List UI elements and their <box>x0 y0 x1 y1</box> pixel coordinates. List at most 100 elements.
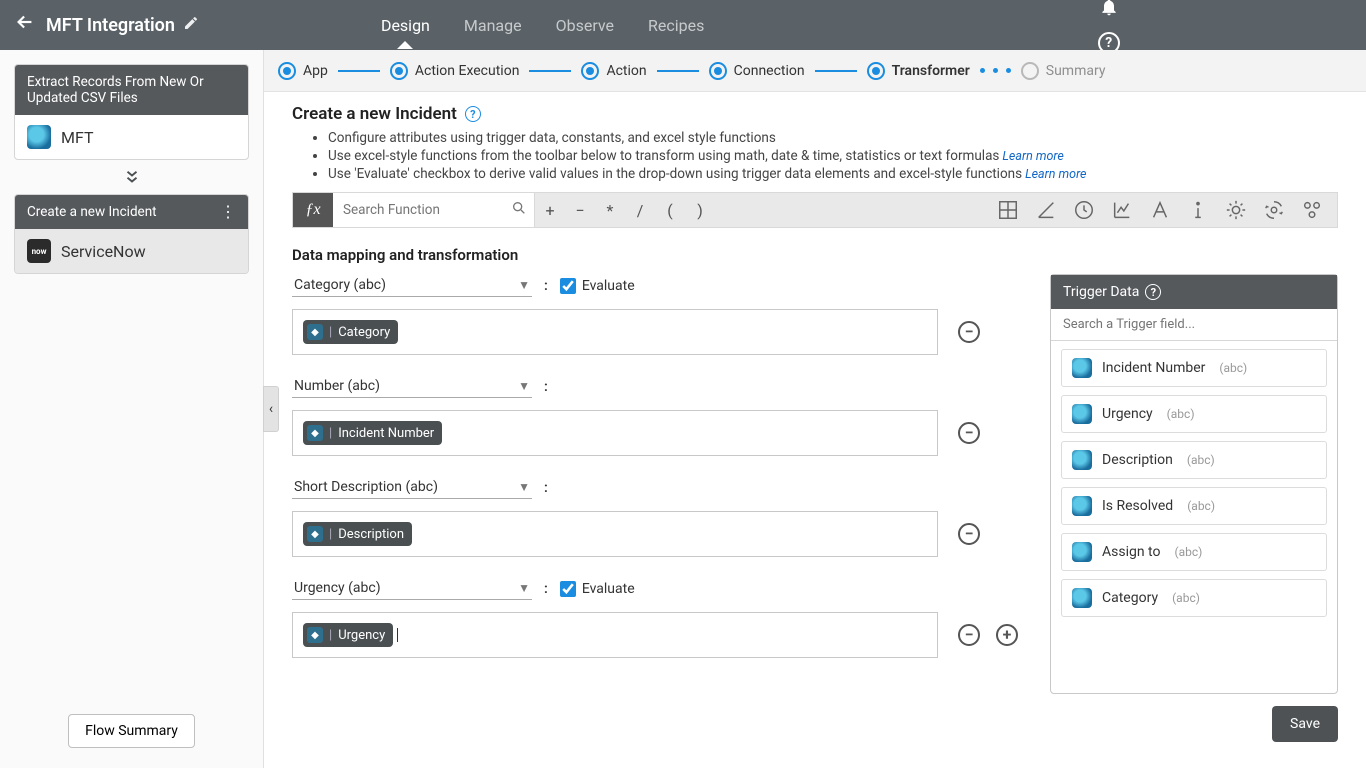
integration-title: MFT Integration <box>46 15 175 36</box>
chip-source-icon: ◆ <box>307 526 323 542</box>
learn-more-link[interactable]: Learn more <box>1002 149 1063 164</box>
wizard-step-action-exec[interactable]: Action Execution <box>390 62 520 80</box>
chip-source-icon: ◆ <box>307 324 323 340</box>
trigger-source-icon <box>1072 404 1092 424</box>
trigger-data-help-icon[interactable]: ? <box>1145 284 1161 300</box>
add-mapping-button[interactable]: + <box>996 624 1018 646</box>
trigger-field-item[interactable]: Is Resolved(abc) <box>1061 487 1327 525</box>
trigger-source-icon <box>1072 542 1092 562</box>
target-attribute-dropdown[interactable]: Category (abc)▼ <box>292 274 532 297</box>
config-panel: ‹ App Action Execution Action Connection… <box>264 50 1366 768</box>
wizard-step-transformer[interactable]: Transformer <box>867 62 970 80</box>
target-card-app: ServiceNow <box>61 242 146 261</box>
radio-empty-icon <box>1021 62 1039 80</box>
top-bar: MFT Integration Design Manage Observe Re… <box>0 0 1366 50</box>
evaluate-toggle[interactable]: Evaluate <box>560 278 635 294</box>
trigger-field-item[interactable]: Incident Number(abc) <box>1061 349 1327 387</box>
radio-filled-icon <box>278 62 296 80</box>
transform-category-icon[interactable] <box>1263 199 1285 221</box>
function-search-input[interactable] <box>333 193 534 227</box>
mapping-subheading: Data mapping and transformation <box>292 246 1338 264</box>
text-category-icon[interactable] <box>1149 199 1171 221</box>
tab-observe[interactable]: Observe <box>554 4 616 47</box>
learn-more-link[interactable]: Learn more <box>1025 167 1086 182</box>
mapping-expression-input[interactable]: ◆|Category <box>292 309 938 355</box>
trigger-field-item[interactable]: Urgency(abc) <box>1061 395 1327 433</box>
op-plus[interactable]: + <box>535 201 565 220</box>
wizard-step-summary[interactable]: Summary <box>1021 62 1106 80</box>
mapping-expression-input[interactable]: ◆|Incident Number <box>292 410 938 456</box>
evaluate-checkbox[interactable] <box>560 581 576 597</box>
edit-title-icon[interactable] <box>183 15 199 35</box>
mapped-field-chip[interactable]: ◆|Description <box>303 522 412 546</box>
trigger-field-item[interactable]: Category(abc) <box>1061 579 1327 617</box>
colon-separator: : <box>544 278 548 294</box>
op-divide[interactable]: / <box>625 201 655 220</box>
mapping-expression-input[interactable]: ◆|Urgency <box>292 612 938 658</box>
geometry-category-icon[interactable] <box>1035 199 1057 221</box>
source-card-title: Extract Records From New Or Updated CSV … <box>27 74 236 106</box>
main-nav: Design Manage Observe Recipes <box>379 4 866 47</box>
mapped-field-chip[interactable]: ◆|Category <box>303 320 398 344</box>
collapse-sidebar-handle[interactable]: ‹ <box>263 386 279 432</box>
wizard-steps: App Action Execution Action Connection T… <box>264 50 1366 92</box>
back-arrow-icon[interactable] <box>14 11 36 39</box>
function-toolbar: ƒx + − * / ( ) <box>292 192 1338 228</box>
chip-source-icon: ◆ <box>307 627 323 643</box>
wizard-step-connection[interactable]: Connection <box>709 62 805 80</box>
info-category-icon[interactable] <box>1187 199 1209 221</box>
tab-recipes[interactable]: Recipes <box>646 4 706 47</box>
evaluate-toggle[interactable]: Evaluate <box>560 581 635 597</box>
heading-help-icon[interactable]: ? <box>465 106 481 122</box>
flow-connector-icon <box>14 168 249 186</box>
target-card[interactable]: Create a new Incident ⋮ now ServiceNow <box>14 194 249 274</box>
target-attribute-label: Category (abc) <box>294 277 386 293</box>
tab-manage[interactable]: Manage <box>462 4 524 47</box>
wizard-step-action[interactable]: Action <box>581 62 646 80</box>
mapping-row-controls: − <box>958 523 1028 545</box>
op-lparen[interactable]: ( <box>655 201 685 220</box>
notifications-icon[interactable] <box>1098 0 1120 18</box>
flow-summary-button[interactable]: Flow Summary <box>68 714 195 748</box>
wizard-connector-dots <box>980 68 1011 73</box>
trigger-data-panel: Trigger Data ? Incident Number(abc)Urgen… <box>1050 274 1338 694</box>
trigger-field-item[interactable]: Assign to (abc) <box>1061 533 1327 571</box>
wizard-connector-line <box>657 70 699 72</box>
chevron-down-icon: ▼ <box>518 480 530 494</box>
trigger-field-type: (abc) <box>1174 545 1202 559</box>
stats-category-icon[interactable] <box>1111 199 1133 221</box>
remove-mapping-button[interactable]: − <box>958 624 980 646</box>
mapped-field-chip[interactable]: ◆|Urgency <box>303 623 393 647</box>
wizard-step-app[interactable]: App <box>278 62 328 80</box>
op-rparen[interactable]: ) <box>685 201 715 220</box>
mapped-field-chip[interactable]: ◆|Incident Number <box>303 421 442 445</box>
op-multiply[interactable]: * <box>595 201 625 220</box>
target-attribute-dropdown[interactable]: Number (abc)▼ <box>292 375 532 398</box>
source-card[interactable]: Extract Records From New Or Updated CSV … <box>14 64 249 160</box>
trigger-search-input[interactable] <box>1051 309 1337 341</box>
remove-mapping-button[interactable]: − <box>958 523 980 545</box>
target-card-menu-icon[interactable]: ⋮ <box>220 207 236 217</box>
time-category-icon[interactable] <box>1073 199 1095 221</box>
remove-mapping-button[interactable]: − <box>958 321 980 343</box>
remove-mapping-button[interactable]: − <box>958 422 980 444</box>
target-attribute-dropdown[interactable]: Urgency (abc)▼ <box>292 577 532 600</box>
evaluate-checkbox[interactable] <box>560 278 576 294</box>
mapping-expression-input[interactable]: ◆|Description <box>292 511 938 557</box>
bullet-text: Configure attributes using trigger data,… <box>328 130 776 146</box>
op-minus[interactable]: − <box>565 201 595 220</box>
target-card-header: Create a new Incident ⋮ <box>15 195 248 229</box>
target-attribute-dropdown[interactable]: Short Description (abc)▼ <box>292 476 532 499</box>
servicenow-app-icon: now <box>27 239 51 263</box>
trigger-field-item[interactable]: Description(abc) <box>1061 441 1327 479</box>
save-button[interactable]: Save <box>1272 706 1338 742</box>
search-icon[interactable] <box>511 200 527 220</box>
wizard-connector-line <box>529 70 571 72</box>
trigger-field-name: Is Resolved <box>1102 498 1173 514</box>
trigger-field-name: Assign to <box>1102 544 1160 560</box>
logic-category-icon[interactable] <box>1225 199 1247 221</box>
math-category-icon[interactable] <box>997 199 1019 221</box>
mapping-list: Category (abc)▼:Evaluate◆|Category−Numbe… <box>292 274 1028 742</box>
settings-category-icon[interactable] <box>1301 199 1323 221</box>
tab-design[interactable]: Design <box>379 4 432 47</box>
